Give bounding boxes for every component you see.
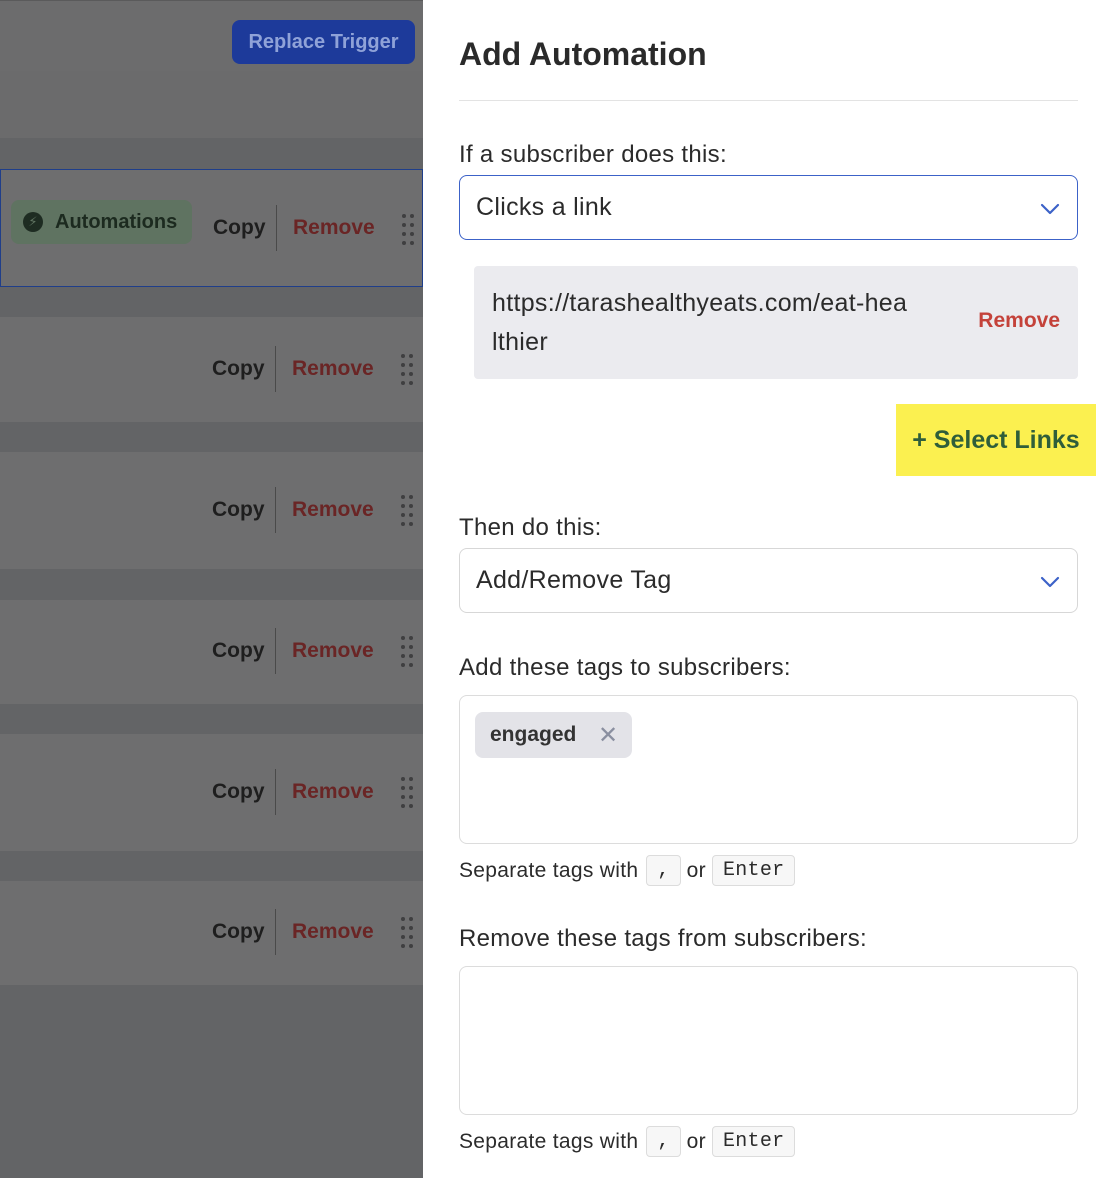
copy-button[interactable]: Copy: [212, 357, 265, 381]
action-select-value: Add/Remove Tag: [476, 566, 672, 594]
drag-handle-icon[interactable]: [401, 636, 413, 667]
select-links-button[interactable]: + Select Links: [896, 404, 1096, 476]
chevron-down-icon: [1040, 576, 1060, 588]
add-automation-drawer: Add Automation If a subscriber does this…: [423, 0, 1110, 1178]
trigger-select[interactable]: Clicks a link: [459, 175, 1078, 240]
drag-handle-icon[interactable]: [401, 495, 413, 526]
divider: [275, 769, 276, 815]
remove-button[interactable]: Remove: [292, 357, 374, 381]
trigger-select-value: Clicks a link: [476, 193, 612, 221]
remove-button[interactable]: Remove: [292, 780, 374, 804]
add-tags-hint: Separate tags with , or Enter: [459, 855, 801, 886]
chevron-down-icon: [1040, 203, 1060, 215]
copy-button[interactable]: Copy: [212, 780, 265, 804]
lightning-icon: ⚡: [23, 212, 43, 232]
divider: [275, 628, 276, 674]
add-tags-label: Add these tags to subscribers:: [459, 654, 791, 681]
trigger-row[interactable]: ⚡ Automations Copy Remove: [0, 169, 423, 287]
hint-or: or: [686, 1129, 706, 1153]
divider: [275, 909, 276, 955]
title-divider: [459, 100, 1078, 101]
tag-chip: engaged ✕: [475, 712, 632, 758]
trigger-label: If a subscriber does this:: [459, 141, 727, 168]
selected-link-url: https://tarashealthyeats.com/eat-healthi…: [492, 289, 908, 356]
hint-text: Separate tags with: [459, 858, 639, 882]
remove-button[interactable]: Remove: [292, 498, 374, 522]
comma-key: ,: [646, 1126, 681, 1157]
remove-button[interactable]: Remove: [293, 216, 375, 240]
automations-badge-label: Automations: [55, 210, 178, 233]
remove-link-button[interactable]: Remove: [978, 309, 1060, 333]
trigger-row[interactable]: Copy Remove: [0, 881, 423, 985]
divider: [275, 346, 276, 392]
trigger-row[interactable]: Copy Remove: [0, 317, 423, 422]
copy-button[interactable]: Copy: [212, 498, 265, 522]
drag-handle-icon[interactable]: [401, 917, 413, 948]
remove-tags-label: Remove these tags from subscribers:: [459, 925, 867, 952]
copy-button[interactable]: Copy: [212, 920, 265, 944]
copy-button[interactable]: Copy: [213, 216, 266, 240]
action-select[interactable]: Add/Remove Tag: [459, 548, 1078, 613]
trigger-row[interactable]: Copy Remove: [0, 452, 423, 569]
enter-key: Enter: [711, 855, 796, 886]
remove-tags-input[interactable]: [459, 966, 1078, 1115]
drag-handle-icon[interactable]: [401, 777, 413, 808]
close-icon[interactable]: ✕: [596, 721, 620, 750]
remove-button[interactable]: Remove: [292, 920, 374, 944]
add-tags-input[interactable]: engaged ✕: [459, 695, 1078, 844]
background-overlay: Replace Trigger ⚡ Automations Copy Remov…: [0, 0, 423, 1178]
trigger-row[interactable]: Copy Remove: [0, 734, 423, 851]
comma-key: ,: [646, 855, 681, 886]
hint-or: or: [686, 858, 706, 882]
drag-handle-icon[interactable]: [401, 354, 413, 385]
background-band: [0, 71, 423, 138]
action-label: Then do this:: [459, 514, 602, 541]
replace-trigger-button[interactable]: Replace Trigger: [232, 20, 415, 64]
background-header: Replace Trigger: [0, 0, 423, 71]
enter-key: Enter: [711, 1126, 796, 1157]
remove-tags-hint: Separate tags with , or Enter: [459, 1126, 801, 1157]
drawer-title: Add Automation: [459, 36, 707, 72]
divider: [276, 205, 277, 251]
drag-handle-icon[interactable]: [402, 214, 414, 245]
selected-link-item: https://tarashealthyeats.com/eat-healthi…: [474, 266, 1078, 379]
divider: [275, 487, 276, 533]
remove-button[interactable]: Remove: [292, 639, 374, 663]
automations-badge[interactable]: ⚡ Automations: [11, 200, 192, 244]
hint-text: Separate tags with: [459, 1129, 639, 1153]
copy-button[interactable]: Copy: [212, 639, 265, 663]
tag-chip-label: engaged: [490, 723, 577, 746]
trigger-row[interactable]: Copy Remove: [0, 600, 423, 704]
